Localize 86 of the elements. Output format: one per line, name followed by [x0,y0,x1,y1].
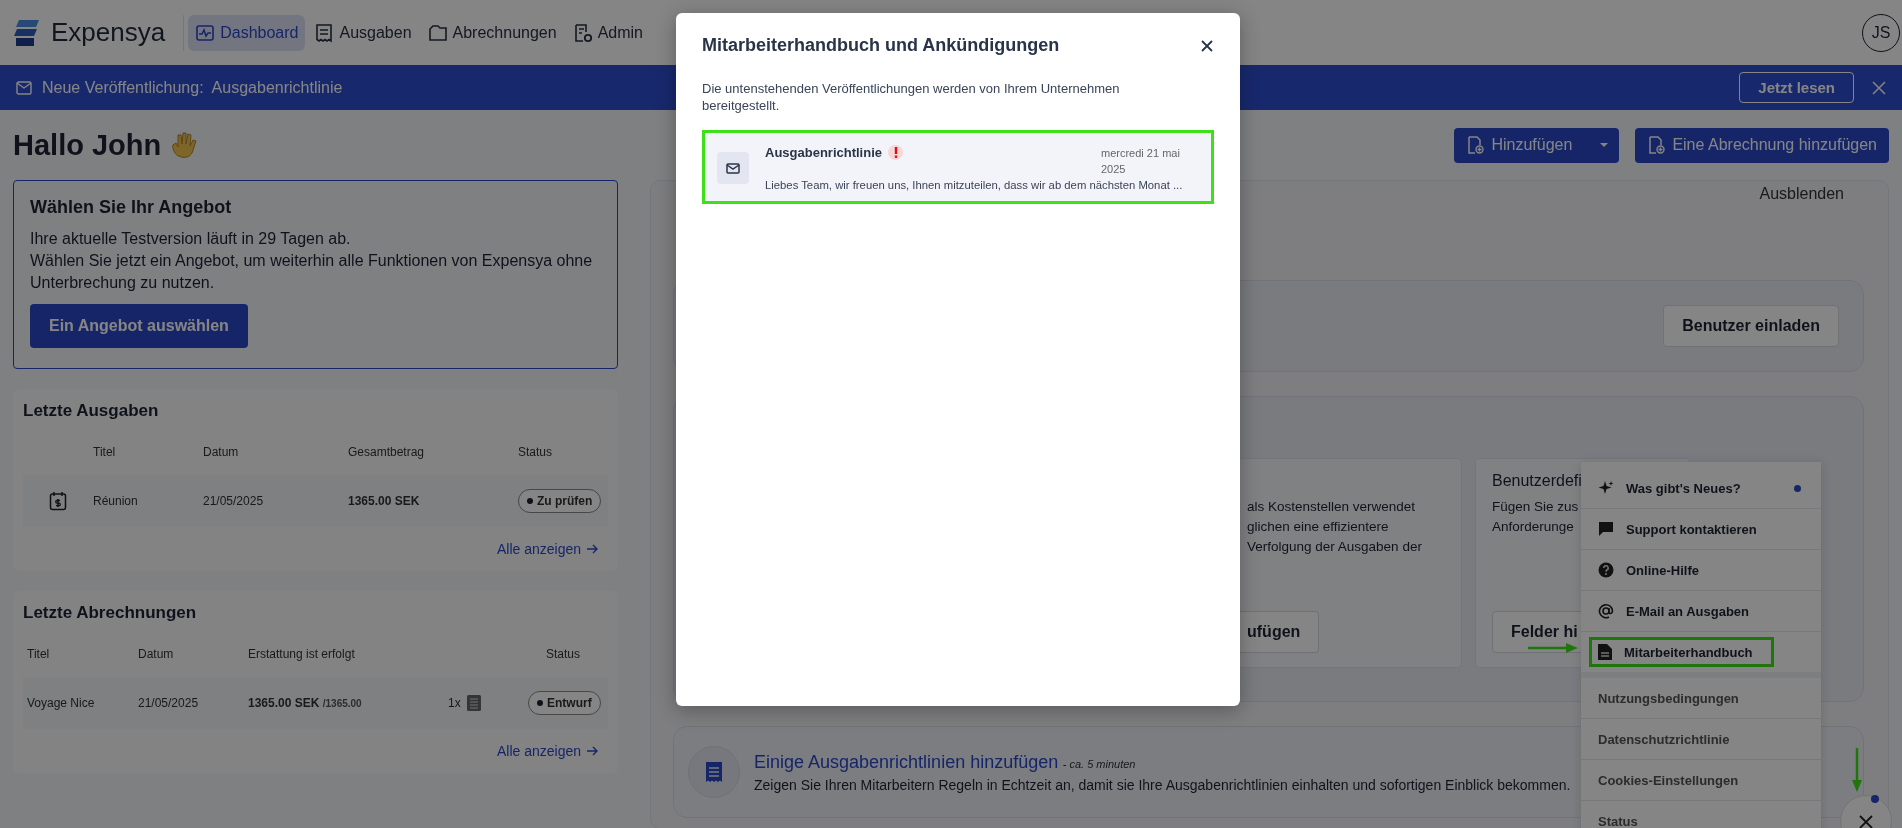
read-now-button[interactable]: Jetzt lesen [1739,72,1854,103]
calendar-icon [49,491,67,511]
mail-icon [16,80,32,95]
menu-item[interactable]: Status [1589,806,1647,828]
column-header: Gesamtbetrag [348,445,426,459]
policy-description: Zeigen Sie Ihren Mitarbeitern Regeln in Echtzeit an, damit sie Ihre Ausgabenrichtlinien einhalten und sofortigen Einblick bekommen. [754,776,1571,793]
policy-icon [688,746,740,798]
menu-item[interactable]: Datenschutzrichtlinie [1589,724,1739,754]
pointer-arrow [1852,748,1862,792]
feature-text: Verfolgung der Ausgaben der [1247,538,1422,556]
nav-tab[interactable]: Dashboard [188,14,306,51]
arrow-right-icon [586,544,598,554]
column-header: Datum [203,445,240,459]
card-title: Wählen Sie Ihr Angebot [30,197,233,218]
invite-users-button[interactable]: Benutzer einladen [1663,305,1839,347]
offer-text: Ihre aktuelle Testversion läuft in 29 Tagen ab. [30,229,352,249]
announcement-item[interactable]: Ausgabenrichtlinie mercredi 21 mai 2025 Liebes Team, wir freuen uns, Ihnen mitzuteilen, dass wir ab dem nächsten Monat ... [702,130,1214,204]
at-sign-icon [1598,603,1614,619]
expense-row[interactable]: Réunion 21/05/2025 1365.00 SEK Zu prüfen [23,475,608,527]
document-icon [466,695,481,711]
chat-icon [1598,521,1614,537]
table-cell-text: Réunion [93,494,139,508]
pointer-arrow [1528,643,1578,653]
announcement-date: mercredi 21 mai 2025 [1101,146,1181,177]
feature-title: Benutzerdefi [1492,471,1582,491]
help-icon [1598,562,1614,578]
dialog-description: Die untenstehenden Veröffentlichungen werden von Ihrem Unternehmen bereitgestellt. [702,80,1121,114]
table-cell-text: 21/05/2025 [138,696,200,710]
feature-text: glichen eine effizientere [1247,518,1389,536]
view-all-link[interactable]: Alle anzeigen [496,743,598,759]
banner-text: Neue Veröffentlichung: Ausgabenrichtlinie [42,78,343,97]
receipt-icon [314,22,335,43]
dialog-title: Mitarbeiterhandbuch und Ankündigungen [702,35,1060,56]
column-header: Status [545,647,582,661]
column-header: Datum [138,647,175,661]
menu-item[interactable]: Mitarbeiterhandbuch [1589,637,1774,667]
receipt-count: 1x [448,696,461,710]
view-all-link[interactable]: Alle anzeigen [496,541,598,557]
offer-text: Wählen Sie jetzt ein Angebot, um weiterhin alle Funktionen von Expensya ohne Unterbrechung zu nutzen. [30,251,594,293]
card-title: Letzte Ausgaben [23,401,160,421]
table-cell-text: Voyage Nice [26,696,96,710]
feature-text: Anforderunge [1492,518,1574,536]
menu-item[interactable]: Nutzungsbedingungen [1589,683,1748,713]
logo-icon [13,17,41,48]
greeting: Hallo John [13,128,162,162]
column-header: Erstattung ist erfolgt [248,647,356,661]
column-header: Status [518,445,554,459]
table-cell-text: 21/05/2025 [203,494,265,508]
feature-text: als Kostenstellen verwendet [1247,498,1416,516]
waving-hand-icon [169,130,200,160]
hide-link[interactable]: Ausblenden [1759,185,1844,203]
document-plus-icon [1466,136,1485,154]
card-title: Letzte Abrechnungen [23,603,198,623]
close-icon[interactable] [1200,38,1214,53]
duration-text: - ca. 5 minuten [1062,757,1136,770]
feature-text: Fügen Sie zus [1492,498,1579,516]
mail-icon [717,152,749,184]
status-badge: Zu prüfen [518,489,602,513]
choose-plan-button[interactable]: Ein Angebot auswählen [30,304,248,348]
add-button[interactable]: Hinzufügen [1454,127,1620,163]
announcement-title: Ausgabenrichtlinie [765,145,883,160]
menu-item[interactable]: Support kontaktieren [1589,514,1766,544]
document-gear-icon [572,22,593,43]
add-button[interactable]: Eine Abrechnung hinzufügen [1635,127,1889,163]
column-header: Titel [93,445,117,459]
close-icon [1859,815,1873,828]
activity-icon [195,22,216,43]
logo-text: Expensya [51,17,166,48]
menu-item[interactable]: Online-Hilfe [1589,555,1708,585]
table-cell-text: 1365.00 SEK /1365.00 [248,696,363,710]
folder-icon [427,22,448,43]
arrow-right-icon [586,746,598,756]
menu-item[interactable]: Was gibt's Neues? [1589,473,1750,503]
menu-item[interactable]: Cookies-Einstellungen [1589,765,1748,795]
policy-link[interactable]: Einige Ausgabenrichtlinien hinzufügen [754,751,1059,772]
announcement-excerpt: Liebes Team, wir freuen uns, Ihnen mitzuteilen, dass wir ab dem nächsten Monat ... [765,179,1184,191]
report-row[interactable]: Voyage Nice 21/05/2025 1365.00 SEK /1365.00 1x Entwurf [23,677,608,729]
nav-tab[interactable]: Admin [565,14,650,51]
status-badge: Entwurf [528,691,601,715]
table-cell-text: 1365.00 SEK [348,494,421,508]
column-header: Titel [26,647,51,661]
nav-tab[interactable]: Abrechnungen [420,14,564,51]
document-plus-icon [1647,136,1666,154]
nav-tab[interactable]: Ausgaben [307,14,419,51]
document-icon [1598,644,1612,660]
caret-icon [1599,142,1610,148]
